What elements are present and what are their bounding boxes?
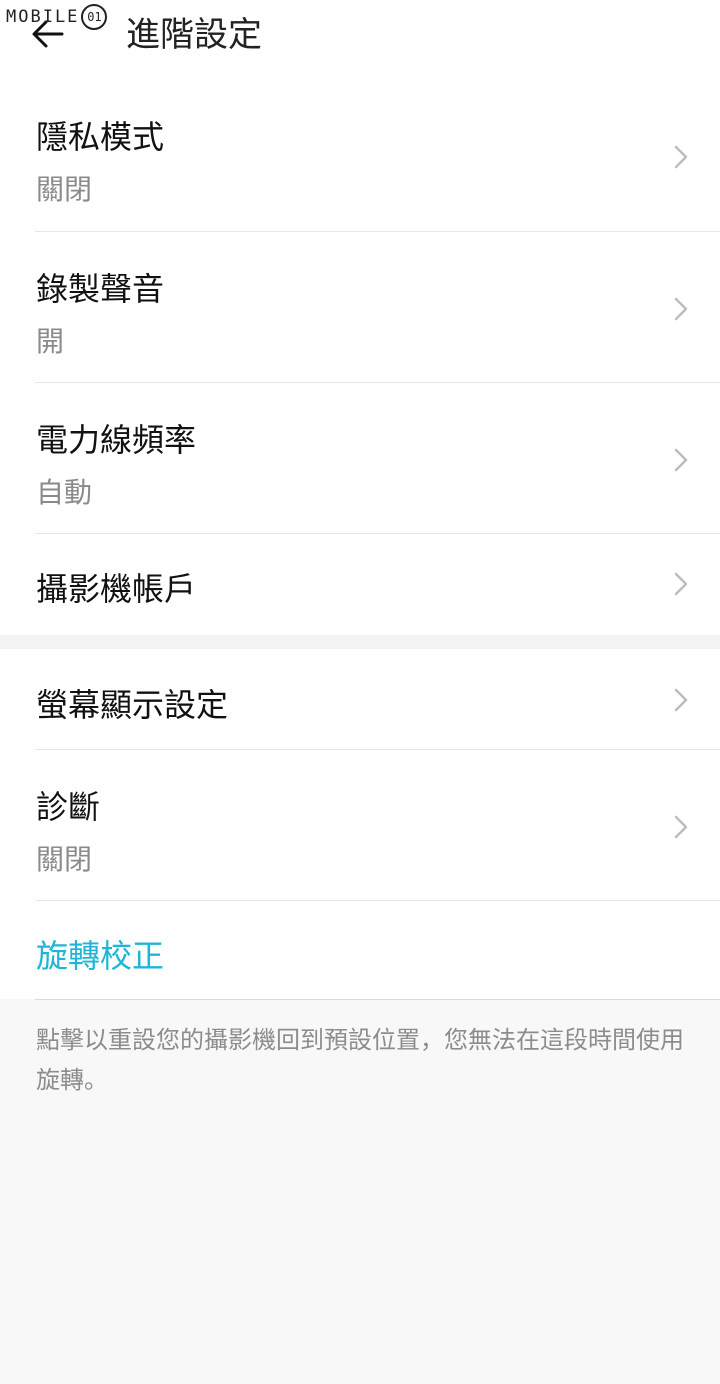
setting-value: 自動 [36, 476, 93, 509]
setting-camera-account[interactable]: 攝影機帳戶 [0, 534, 720, 635]
chevron-right-icon [674, 297, 688, 321]
setting-title: 診斷 [36, 788, 101, 826]
setting-value: 關閉 [36, 173, 93, 206]
setting-record-audio[interactable]: 錄製聲音 開 [0, 232, 720, 382]
page-title: 進階設定 [126, 15, 262, 55]
setting-privacy-mode[interactable]: 隱私模式 關閉 [0, 80, 720, 231]
chevron-right-icon [674, 572, 688, 596]
link-label: 旋轉校正 [36, 937, 165, 975]
watermark-text: MOBILE [6, 7, 80, 27]
setting-diagnostics[interactable]: 診斷 關閉 [0, 750, 720, 900]
setting-title: 電力線頻率 [36, 421, 197, 459]
setting-value: 開 [36, 325, 65, 358]
watermark-logo: MOBILE 01 [6, 4, 108, 30]
setting-title: 錄製聲音 [36, 270, 165, 308]
chevron-right-icon [674, 448, 688, 472]
setting-title: 攝影機帳戶 [36, 570, 197, 608]
setting-value: 關閉 [36, 843, 93, 876]
watermark-face: 01 [81, 4, 108, 30]
divider [35, 999, 720, 1000]
settings-group-2: 螢幕顯示設定 診斷 關閉 旋轉校正 [0, 649, 720, 999]
rotation-help-text: 點擊以重設您的攝影機回到預設位置，您無法在這段時間使用旋轉。 [36, 1026, 684, 1094]
section-spacer [0, 635, 720, 649]
chevron-right-icon [674, 815, 688, 839]
setting-power-line-frequency[interactable]: 電力線頻率 自動 [0, 383, 720, 533]
rotation-calibration-link[interactable]: 旋轉校正 [0, 901, 720, 999]
setting-title: 螢幕顯示設定 [36, 686, 229, 724]
setting-title: 隱私模式 [36, 118, 165, 156]
app-header: 進階設定 [0, 0, 720, 80]
setting-display-settings[interactable]: 螢幕顯示設定 [0, 649, 720, 749]
chevron-right-icon [674, 145, 688, 169]
chevron-right-icon [674, 688, 688, 712]
settings-group-1: 隱私模式 關閉 錄製聲音 開 電力線頻率 自動 攝影機帳戶 [0, 80, 720, 635]
